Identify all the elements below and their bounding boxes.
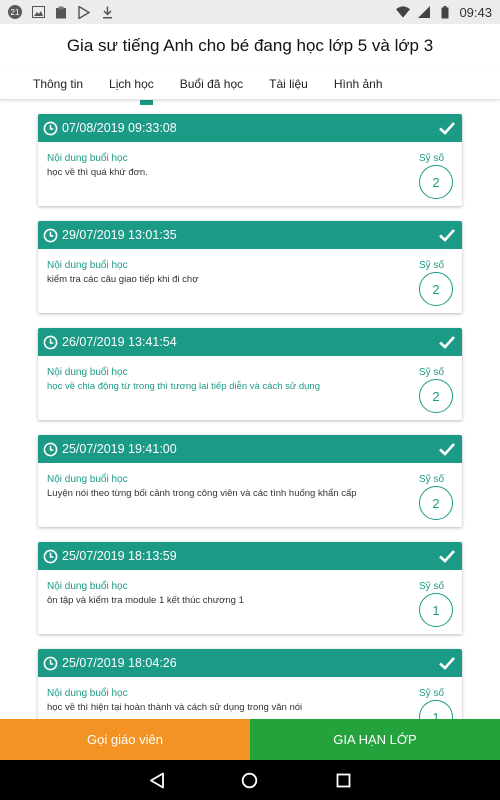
- session-datetime: 29/07/2019 13:01:35: [62, 228, 177, 242]
- class-size-label: Sỹ số: [419, 367, 445, 378]
- class-size-count: 2: [419, 165, 453, 199]
- clock-icon: [43, 656, 58, 670]
- tab-schedule[interactable]: Lịch học: [96, 68, 167, 100]
- content-label: Nội dung buổi học: [47, 153, 128, 164]
- notification-count-badge: 21: [8, 5, 22, 19]
- class-size-count: 2: [419, 272, 453, 306]
- session-card-header: 25/07/2019 19:41:00: [38, 435, 462, 463]
- tab-info[interactable]: Thông tin: [20, 68, 96, 100]
- session-list[interactable]: 07/08/2019 09:33:08 Nội dung buổi học họ…: [0, 100, 500, 719]
- class-size-count: 1: [419, 700, 453, 719]
- clock-icon: [43, 549, 58, 563]
- session-datetime: 25/07/2019 18:13:59: [62, 549, 177, 563]
- session-content: Luyện nói theo từng bối cảnh trong công …: [47, 488, 357, 499]
- clock-icon: [43, 228, 58, 242]
- session-card-header: 26/07/2019 13:41:54: [38, 328, 462, 356]
- play-store-icon: [77, 5, 91, 19]
- content-label: Nội dung buổi học: [47, 367, 128, 378]
- clipboard-icon: [54, 5, 68, 19]
- session-card[interactable]: 25/07/2019 18:04:26 Nội dung buổi học họ…: [38, 649, 462, 719]
- session-card-header: 07/08/2019 09:33:08: [38, 114, 462, 142]
- content-label: Nội dung buổi học: [47, 581, 128, 592]
- session-card-body: Nội dung buổi học học về thì hiện tại ho…: [38, 677, 462, 719]
- class-size-label: Sỹ số: [419, 581, 445, 592]
- signal-icon: [417, 5, 431, 19]
- call-teacher-button[interactable]: Gọi giáo viên: [0, 719, 250, 760]
- session-card-header: 25/07/2019 18:04:26: [38, 649, 462, 677]
- clock-icon: [43, 442, 58, 456]
- content-label: Nội dung buổi học: [47, 688, 128, 699]
- battery-icon: [438, 5, 452, 19]
- session-card-body: Nội dung buổi học học về chia động từ tr…: [38, 356, 462, 420]
- class-size-label: Sỹ số: [419, 474, 445, 485]
- class-size-label: Sỹ số: [419, 688, 445, 699]
- tab-images[interactable]: Hình ảnh: [321, 68, 396, 100]
- clock-icon: [43, 335, 58, 349]
- tab-documents[interactable]: Tài liệu: [256, 68, 321, 100]
- tab-bar: Thông tin Lịch học Buổi đã học Tài liệu …: [0, 68, 500, 100]
- status-bar-right: 09:43: [396, 5, 492, 20]
- page-title: Gia sư tiếng Anh cho bé đang học lớp 5 v…: [66, 36, 434, 55]
- session-content: học về thì quá khứ đơn.: [47, 167, 148, 178]
- checkmark-icon: [439, 657, 455, 670]
- session-card-body: Nội dung buổi học kiểm tra các câu giao …: [38, 249, 462, 313]
- clock-icon: [43, 121, 58, 135]
- navigation-bar: [0, 760, 500, 800]
- class-size-count: 1: [419, 593, 453, 627]
- session-content: học về thì hiện tại hoàn thành và cách s…: [47, 702, 303, 713]
- checkmark-icon: [439, 122, 455, 135]
- recents-icon[interactable]: [333, 770, 353, 790]
- tab-completed-sessions[interactable]: Buổi đã học: [167, 68, 256, 100]
- session-card[interactable]: 25/07/2019 18:13:59 Nội dung buổi học ôn…: [38, 542, 462, 634]
- status-bar-left: 21: [8, 5, 114, 19]
- session-datetime: 25/07/2019 18:04:26: [62, 656, 177, 670]
- wifi-icon: [396, 5, 411, 19]
- tab-indicator: [140, 100, 153, 105]
- session-card[interactable]: 26/07/2019 13:41:54 Nội dung buổi học họ…: [38, 328, 462, 420]
- class-size-label: Sỹ số: [419, 260, 445, 271]
- status-time: 09:43: [459, 4, 492, 20]
- session-datetime: 26/07/2019 13:41:54: [62, 335, 177, 349]
- session-content: ôn tập và kiểm tra module 1 kết thúc chư…: [47, 595, 244, 606]
- checkmark-icon: [439, 229, 455, 242]
- session-card-body: Nội dung buổi học học về thì quá khứ đơn…: [38, 142, 462, 206]
- session-content: học về chia động từ trong thì tương lai …: [47, 381, 320, 392]
- download-icon: [100, 5, 114, 19]
- app-header: Gia sư tiếng Anh cho bé đang học lớp 5 v…: [0, 24, 500, 68]
- session-card-header: 29/07/2019 13:01:35: [38, 221, 462, 249]
- content-label: Nội dung buổi học: [47, 260, 128, 271]
- content-label: Nội dung buổi học: [47, 474, 128, 485]
- class-size-count: 2: [419, 379, 453, 413]
- session-card-body: Nội dung buổi học ôn tập và kiểm tra mod…: [38, 570, 462, 634]
- session-card-body: Nội dung buổi học Luyện nói theo từng bố…: [38, 463, 462, 527]
- session-card[interactable]: 25/07/2019 19:41:00 Nội dung buổi học Lu…: [38, 435, 462, 527]
- checkmark-icon: [439, 550, 455, 563]
- session-card[interactable]: 29/07/2019 13:01:35 Nội dung buổi học ki…: [38, 221, 462, 313]
- session-card-header: 25/07/2019 18:13:59: [38, 542, 462, 570]
- checkmark-icon: [439, 336, 455, 349]
- status-bar: 21 09:43: [0, 0, 500, 24]
- back-icon[interactable]: [147, 770, 167, 790]
- session-content: kiểm tra các câu giao tiếp khi đi chợ: [47, 274, 199, 285]
- session-datetime: 25/07/2019 19:41:00: [62, 442, 177, 456]
- session-datetime: 07/08/2019 09:33:08: [62, 121, 177, 135]
- session-card[interactable]: 07/08/2019 09:33:08 Nội dung buổi học họ…: [38, 114, 462, 206]
- class-size-label: Sỹ số: [419, 153, 445, 164]
- class-size-count: 2: [419, 486, 453, 520]
- extend-class-button[interactable]: GIA HẠN LỚP: [250, 719, 500, 760]
- home-icon[interactable]: [240, 770, 260, 790]
- image-icon: [31, 5, 45, 19]
- checkmark-icon: [439, 443, 455, 456]
